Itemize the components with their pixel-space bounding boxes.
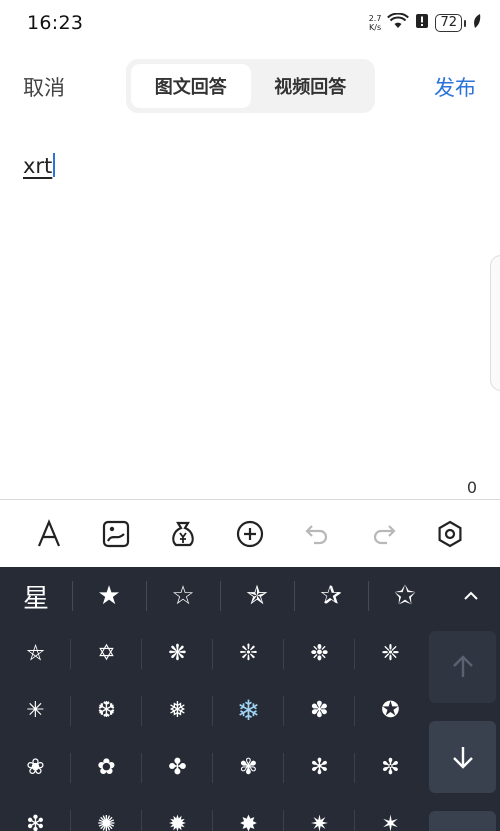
image-icon — [103, 520, 130, 547]
symbol-key[interactable]: ✾ — [213, 739, 284, 796]
collapse-candidates-button[interactable] — [456, 581, 486, 611]
editor-text: xrt — [23, 154, 53, 178]
symbol-key[interactable]: ✸ — [213, 796, 284, 831]
page-up-button[interactable] — [429, 631, 496, 703]
symbol-key-snowflake[interactable]: ❄ — [213, 682, 284, 739]
keyboard-more-button[interactable] — [429, 811, 496, 831]
symbol-key[interactable]: ✿ — [71, 739, 142, 796]
candidate-symbol[interactable]: ✰ — [294, 567, 368, 625]
insert-image-button[interactable] — [96, 514, 136, 554]
page-down-button[interactable] — [429, 721, 496, 793]
symbol-key[interactable]: ❉ — [284, 625, 355, 682]
leaf-icon — [472, 13, 482, 33]
symbol-row: ❇ ✺ ✹ ✸ ✷ ✶ — [0, 796, 426, 831]
settings-button[interactable] — [430, 514, 470, 554]
arrow-up-icon — [452, 655, 473, 677]
header: 取消 图文回答 视频回答 发布 — [0, 56, 500, 114]
chevron-up-icon — [464, 591, 478, 600]
symbol-key[interactable]: ✤ — [142, 739, 213, 796]
tab-video-answer[interactable]: 视频回答 — [251, 64, 371, 108]
character-count: 0 — [466, 478, 477, 497]
symbol-keyboard: 星 ★ ☆ ✯ ✰ ✩ ⛤ ✡ ❋ ❊ ❉ ❈ ✳ ❆ ❅ ❄ ✽ ✪ ❀ ✿ … — [0, 567, 500, 831]
candidate-symbol[interactable]: ★ — [72, 567, 146, 625]
symbol-key[interactable]: ✷ — [284, 796, 355, 831]
network-speed-value: 2.7 — [368, 14, 382, 23]
symbol-key[interactable]: ❇ — [0, 796, 71, 831]
arrow-down-icon — [452, 747, 473, 769]
text-format-button[interactable] — [29, 514, 69, 554]
plus-circle-icon — [236, 520, 264, 547]
symbol-key[interactable]: ✹ — [142, 796, 213, 831]
candidate-symbol[interactable]: ✩ — [368, 567, 442, 625]
symbol-key[interactable]: ✡ — [71, 625, 142, 682]
symbol-key[interactable]: ⛤ — [0, 625, 71, 682]
money-bag-icon — [172, 521, 194, 546]
symbol-key[interactable]: ✻ — [284, 739, 355, 796]
wifi-icon — [387, 12, 410, 33]
candidate-symbol[interactable]: ✯ — [220, 567, 294, 625]
reward-button[interactable] — [163, 514, 203, 554]
battery-indicator: 72 — [435, 14, 466, 32]
editor-toolbar — [0, 499, 500, 567]
symbol-key[interactable]: ❅ — [142, 682, 213, 739]
candidate-symbol[interactable]: ☆ — [146, 567, 220, 625]
network-speed: 2.7 K/s — [369, 14, 382, 32]
symbol-key[interactable]: ❈ — [355, 625, 426, 682]
battery-nub — [464, 19, 466, 27]
status-icons: 2.7 K/s 72 — [369, 12, 482, 33]
text-format-icon — [38, 518, 61, 546]
symbol-key[interactable]: ✺ — [71, 796, 142, 831]
answer-type-tabs: 图文回答 视频回答 — [126, 59, 375, 113]
settings-icon — [438, 520, 462, 547]
status-time: 16:23 — [27, 12, 84, 34]
tab-image-text-answer[interactable]: 图文回答 — [131, 64, 251, 108]
candidate-bar: 星 ★ ☆ ✯ ✰ ✩ — [0, 567, 500, 625]
insert-more-button[interactable] — [230, 514, 270, 554]
status-bar: 16:23 2.7 K/s 72 — [0, 0, 500, 46]
publish-button[interactable]: 发布 — [434, 72, 476, 102]
redo-icon — [373, 524, 396, 544]
symbol-key[interactable]: ❊ — [213, 625, 284, 682]
network-speed-unit: K/s — [369, 23, 382, 32]
symbol-key[interactable]: ✽ — [284, 682, 355, 739]
symbol-row: ❀ ✿ ✤ ✾ ✻ ✼ — [0, 739, 426, 796]
symbol-key[interactable]: ❆ — [71, 682, 142, 739]
answer-editor[interactable]: xrt — [0, 125, 500, 495]
cancel-button[interactable]: 取消 — [23, 72, 65, 102]
symbol-key[interactable]: ❋ — [142, 625, 213, 682]
symbol-key[interactable]: ✼ — [355, 739, 426, 796]
symbol-row: ⛤ ✡ ❋ ❊ ❉ ❈ — [0, 625, 426, 682]
symbol-grid: ⛤ ✡ ❋ ❊ ❉ ❈ ✳ ❆ ❅ ❄ ✽ ✪ ❀ ✿ ✤ ✾ ✻ ✼ ❇ ✺ … — [0, 625, 426, 831]
symbol-key[interactable]: ❀ — [0, 739, 71, 796]
symbol-key[interactable]: ✶ — [355, 796, 426, 831]
text-caret — [53, 153, 55, 177]
symbol-key[interactable]: ✪ — [355, 682, 426, 739]
editor-content[interactable]: xrt — [23, 153, 55, 178]
undo-icon — [305, 524, 327, 544]
candidate-pinyin-star[interactable]: 星 — [0, 567, 72, 625]
undo-button[interactable] — [297, 514, 337, 554]
battery-level: 72 — [435, 14, 462, 32]
symbol-row: ✳ ❆ ❅ ❄ ✽ ✪ — [0, 682, 426, 739]
redo-button[interactable] — [364, 514, 404, 554]
side-drawer-handle[interactable] — [490, 255, 500, 391]
symbol-key[interactable]: ✳ — [0, 682, 71, 739]
alert-icon — [415, 13, 429, 33]
